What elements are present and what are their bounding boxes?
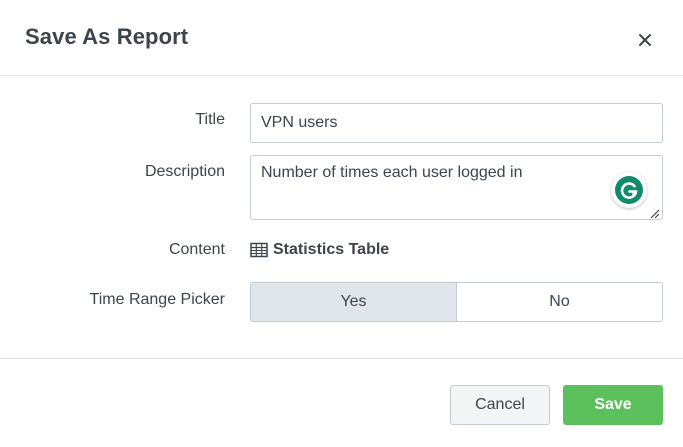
close-icon[interactable]: [633, 28, 657, 52]
time-range-yes-option[interactable]: Yes: [251, 283, 457, 321]
save-as-report-dialog: Save As Report Title Description Number …: [0, 0, 683, 447]
time-range-picker-label: Time Range Picker: [89, 291, 225, 308]
content-label: Content: [168, 241, 225, 258]
time-range-toggle: Yes No: [250, 282, 663, 322]
cancel-button[interactable]: Cancel: [450, 385, 550, 425]
description-label: Description: [144, 163, 225, 180]
title-input[interactable]: [250, 103, 663, 143]
dialog-header: Save As Report: [0, 0, 683, 76]
table-icon: [250, 242, 268, 258]
description-textarea[interactable]: Number of times each user logged in: [250, 155, 663, 220]
footer-divider: [0, 358, 683, 359]
content-value: Statistics Table: [250, 241, 389, 259]
content-value-label: Statistics Table: [273, 241, 390, 258]
save-button[interactable]: Save: [563, 385, 663, 425]
dialog-title: Save As Report: [25, 24, 189, 49]
grammarly-icon[interactable]: [611, 172, 647, 208]
time-range-no-option[interactable]: No: [457, 283, 662, 321]
title-label: Title: [195, 111, 225, 128]
resize-handle-icon[interactable]: [649, 206, 660, 219]
